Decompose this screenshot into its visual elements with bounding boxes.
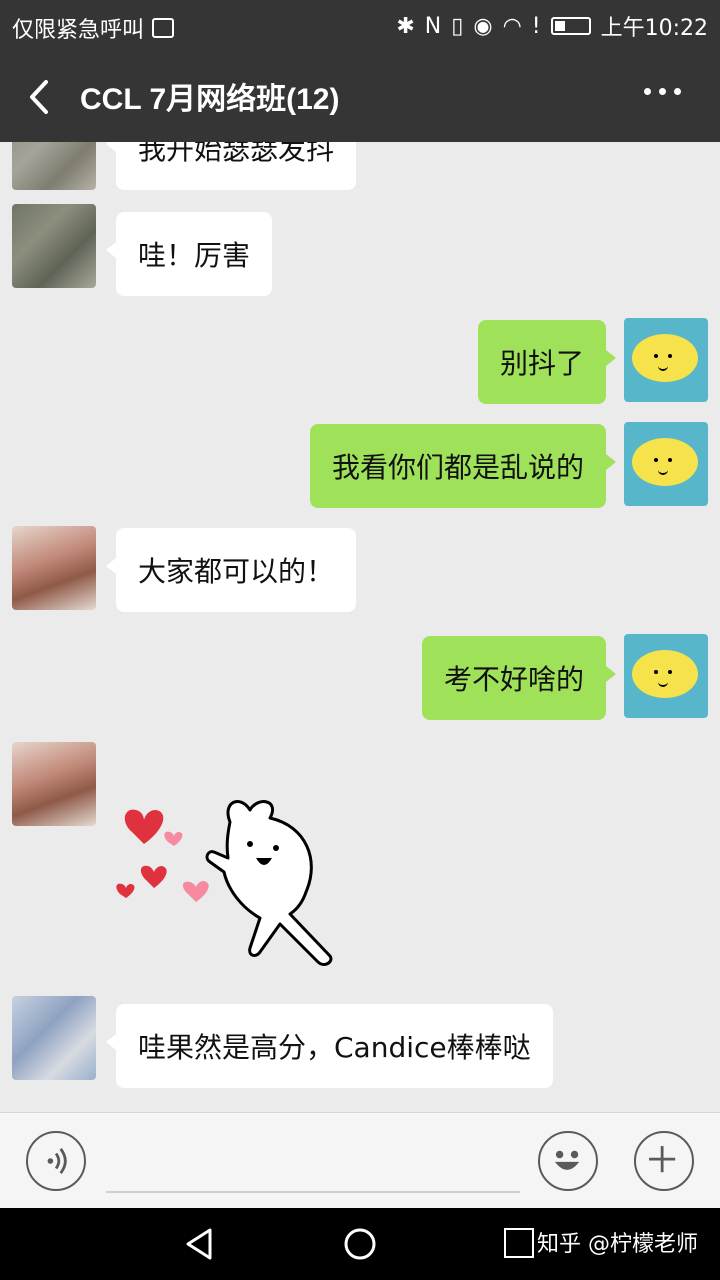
chat-title: CCL 7月网络班(12): [80, 83, 340, 116]
voice-button[interactable]: [26, 1131, 86, 1191]
dot-icon: [674, 88, 681, 95]
avatar-lemon[interactable]: [624, 422, 708, 506]
more-actions-button[interactable]: [634, 1131, 694, 1191]
avatar[interactable]: [12, 526, 96, 610]
lemon-icon: [632, 334, 698, 382]
nav-recent-apps-icon[interactable]: [504, 1228, 534, 1258]
chat-header: CCL 7月网络班(12): [0, 52, 720, 142]
watermark-text: 知乎 @柠檬老师: [537, 1232, 698, 1257]
dot-icon: [644, 88, 651, 95]
avatar-lemon[interactable]: [624, 318, 708, 402]
status-time: 上午10:22: [600, 16, 708, 41]
dot-icon: [659, 88, 666, 95]
back-button[interactable]: [20, 74, 60, 120]
message-bubble-incoming[interactable]: 我开始瑟瑟发抖: [105, 142, 357, 190]
voice-icon: [47, 1148, 67, 1174]
message-input[interactable]: [106, 1191, 520, 1193]
nav-back-icon[interactable]: [182, 1226, 218, 1262]
mail-icon: [152, 18, 175, 38]
lemon-icon: [632, 438, 698, 486]
smiley-icon: [554, 1150, 580, 1170]
nav-home-icon[interactable]: [342, 1226, 378, 1262]
more-options-button[interactable]: [640, 80, 690, 110]
lemon-icon: [632, 650, 698, 698]
system-nav-bar: 知乎 @柠檬老师: [0, 1208, 720, 1280]
message-bubble-outgoing[interactable]: 我看你们都是乱说的: [309, 424, 617, 508]
status-bar: 仅限紧急呼叫 ✱ N ▯ ◉ ◠ ! 上午10:22: [0, 0, 720, 52]
message-bubble-incoming[interactable]: 大家都可以的！: [105, 528, 357, 612]
plus-icon: [649, 1146, 676, 1173]
avatar[interactable]: [12, 742, 96, 826]
vibrate-icon: ▯: [451, 13, 464, 39]
bluetooth-icon: ✱: [396, 13, 415, 39]
eye-icon: ◉: [473, 13, 493, 39]
message-bubble-incoming[interactable]: 哇果然是高分，Candice棒棒哒: [106, 1004, 553, 1088]
emoji-button[interactable]: [538, 1131, 598, 1191]
avatar[interactable]: [12, 204, 96, 288]
avatar[interactable]: [12, 996, 96, 1080]
emergency-call-text: 仅限紧急呼叫: [12, 18, 145, 43]
message-bubble-outgoing[interactable]: 考不好啥的: [421, 636, 617, 720]
bunny-hearts-sticker-icon[interactable]: [110, 792, 350, 972]
status-left: 仅限紧急呼叫: [12, 12, 175, 44]
wifi-icon: ◠: [502, 13, 522, 39]
battery-icon: [550, 17, 591, 35]
avatar-lemon[interactable]: [624, 634, 708, 718]
chat-area[interactable]: 我开始瑟瑟发抖 哇！厉害 别抖了 我看你们都是乱说的 大家都可以的！ 考不好啥的: [0, 142, 720, 1112]
sim-icon: !: [531, 13, 541, 39]
message-bubble-incoming[interactable]: 哇！厉害: [105, 212, 273, 296]
avatar[interactable]: [12, 142, 96, 190]
input-bar: [0, 1112, 720, 1209]
chevron-left-icon: [30, 80, 48, 114]
status-right: ✱ N ▯ ◉ ◠ ! 上午10:22: [396, 10, 708, 42]
nfc-icon: N: [424, 13, 442, 39]
message-bubble-outgoing[interactable]: 别抖了: [477, 320, 617, 404]
